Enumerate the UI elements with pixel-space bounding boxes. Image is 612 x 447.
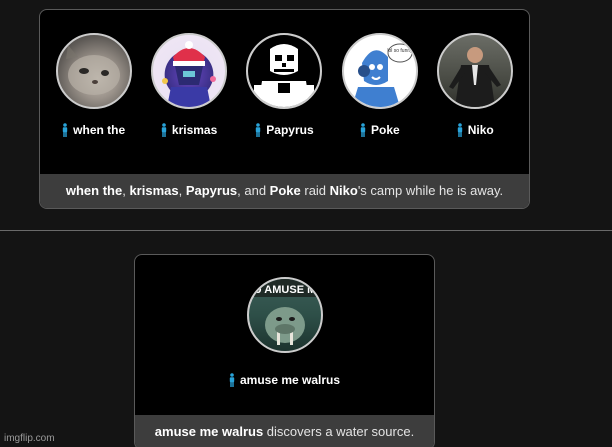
tribute-name: Papyrus	[266, 123, 314, 137]
tribute-name-line: Poke	[360, 123, 400, 137]
avatar-papyrus	[246, 33, 323, 109]
person-icon	[62, 123, 68, 137]
kris-character-image	[162, 41, 217, 107]
tribute-amuse-me-walrus: U AMUSE M amuse me walrus	[205, 277, 365, 387]
caption-text: , and	[237, 183, 270, 198]
caption-player: krismas	[129, 183, 179, 198]
caption-player: Poke	[269, 183, 301, 198]
avatar-niko	[437, 33, 514, 109]
person-icon	[360, 123, 366, 137]
tribute-name: Poke	[371, 123, 400, 137]
speech-bubble-text: lol so funny	[387, 48, 413, 54]
caption-text: ,	[178, 183, 186, 198]
tribute-name: amuse me walrus	[239, 373, 341, 387]
avatar-poke: lol so funny	[341, 33, 418, 109]
avatar-krismas	[151, 33, 228, 109]
tribute-name-line: Papyrus	[255, 123, 314, 137]
event-caption: amuse me walrus discovers a water source…	[135, 415, 434, 447]
tribute-niko: Niko	[430, 33, 520, 137]
event-card-water: U AMUSE M amuse me walrus amuse me walru…	[134, 254, 435, 447]
tribute-papyrus: Papyrus	[239, 33, 329, 137]
caption-text: discovers a water source.	[263, 424, 415, 439]
tribute-name-line: when the	[62, 123, 125, 137]
tribute-krismas: krismas	[144, 33, 234, 137]
caption-player: amuse me walrus	[154, 424, 264, 439]
person-icon	[161, 123, 167, 137]
suit-man-image	[449, 47, 502, 107]
meme-caption-text: U AMUSE M	[253, 284, 316, 296]
person-icon	[229, 373, 235, 387]
event-card-raid: when the krismas Papyrus lol so funny Po…	[39, 9, 530, 209]
page: when the krismas Papyrus lol so funny Po…	[0, 0, 612, 447]
divider	[0, 230, 612, 231]
cat-face-image	[65, 45, 120, 95]
tribute-row: U AMUSE M amuse me walrus	[135, 277, 434, 387]
caption-text: 's camp while he is away.	[357, 183, 504, 198]
papyrus-skeleton-image	[248, 35, 321, 107]
tribute-name-line: amuse me walrus	[229, 373, 340, 387]
person-icon	[256, 123, 261, 137]
caption-text: raid	[300, 183, 330, 198]
blue-headphones-sketch-image: lol so funny	[351, 43, 413, 107]
avatar-when-the	[55, 33, 132, 109]
tribute-row: when the krismas Papyrus lol so funny Po…	[40, 33, 529, 137]
avatar-amuse-me-walrus: U AMUSE M	[246, 277, 323, 353]
tribute-name-line: Niko	[457, 123, 494, 137]
person-icon	[457, 123, 462, 137]
caption-player: Papyrus	[185, 183, 238, 198]
caption-player: when the	[65, 183, 123, 198]
tribute-when-the: when the	[49, 33, 139, 137]
tribute-name-line: krismas	[161, 123, 217, 137]
tribute-poke: lol so funny Poke	[335, 33, 425, 137]
tribute-name: Niko	[467, 123, 494, 137]
tribute-name: when the	[73, 123, 126, 137]
walrus-meme-image: U AMUSE M	[248, 279, 321, 345]
caption-player: Niko	[329, 183, 358, 198]
tribute-name: krismas	[171, 123, 218, 137]
imgflip-watermark: imgflip.com	[4, 433, 55, 444]
event-caption: when the, krismas, Papyrus, and Poke rai…	[40, 174, 529, 208]
